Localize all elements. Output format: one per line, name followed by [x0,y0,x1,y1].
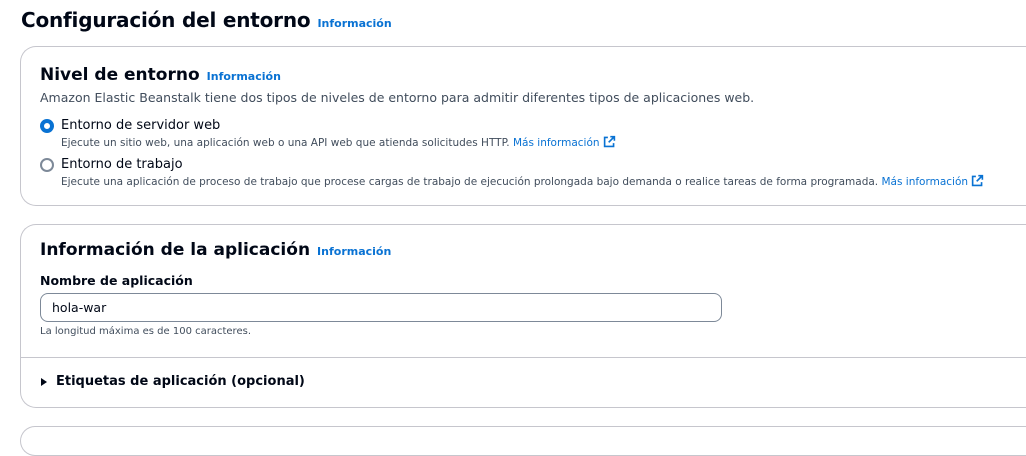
web-server-description: Ejecute un sitio web, una aplicación web… [61,135,616,151]
page-header: Configuración del entorno Información [21,8,392,32]
web-server-learn-more-label[interactable]: Más información [513,137,600,149]
application-info-link[interactable]: Información [317,245,391,258]
radio-button-selected[interactable] [40,119,54,133]
external-link-icon [603,135,615,148]
web-server-learn-more-link[interactable]: Más información [513,135,616,149]
application-tags-expander[interactable]: Etiquetas de aplicación (opcional) [41,374,305,389]
application-info-header: Información de la aplicación Información [40,240,391,260]
worker-description: Ejecute una aplicación de proceso de tra… [61,174,984,190]
worker-description-text: Ejecute una aplicación de proceso de tra… [61,176,879,188]
caret-right-icon [41,377,47,386]
environment-tier-info-link[interactable]: Información [207,70,281,83]
application-name-label: Nombre de aplicación [40,273,193,288]
worker-learn-more-link[interactable]: Más información [881,174,984,188]
web-server-label: Entorno de servidor web [61,118,221,133]
environment-tier-header: Nivel de entorno Información [40,65,281,85]
environment-tier-description: Amazon Elastic Beanstalk tiene dos tipos… [40,90,755,105]
application-tags-label: Etiquetas de aplicación (opcional) [56,374,305,389]
page-title: Configuración del entorno [21,8,311,32]
application-info-title: Información de la aplicación [40,240,311,260]
next-section-card [20,426,1026,456]
divider [21,357,1026,358]
radio-worker-environment[interactable]: Entorno de trabajo Ejecute una aplicació… [40,156,984,190]
external-link-icon [971,174,984,187]
page-info-link[interactable]: Información [317,17,391,30]
application-name-constraint: La longitud máxima es de 100 caracteres. [40,326,251,337]
application-name-input[interactable] [40,293,722,322]
radio-button-unselected[interactable] [40,158,54,172]
worker-learn-more-label[interactable]: Más información [881,176,968,188]
environment-tier-card: Nivel de entorno Información Amazon Elas… [20,46,1026,206]
application-info-card: Información de la aplicación Información… [20,224,1026,408]
environment-tier-title: Nivel de entorno [40,65,200,85]
radio-web-server-environment[interactable]: Entorno de servidor web Ejecute un sitio… [40,117,616,151]
web-server-description-text: Ejecute un sitio web, una aplicación web… [61,137,510,149]
worker-label: Entorno de trabajo [61,157,183,172]
